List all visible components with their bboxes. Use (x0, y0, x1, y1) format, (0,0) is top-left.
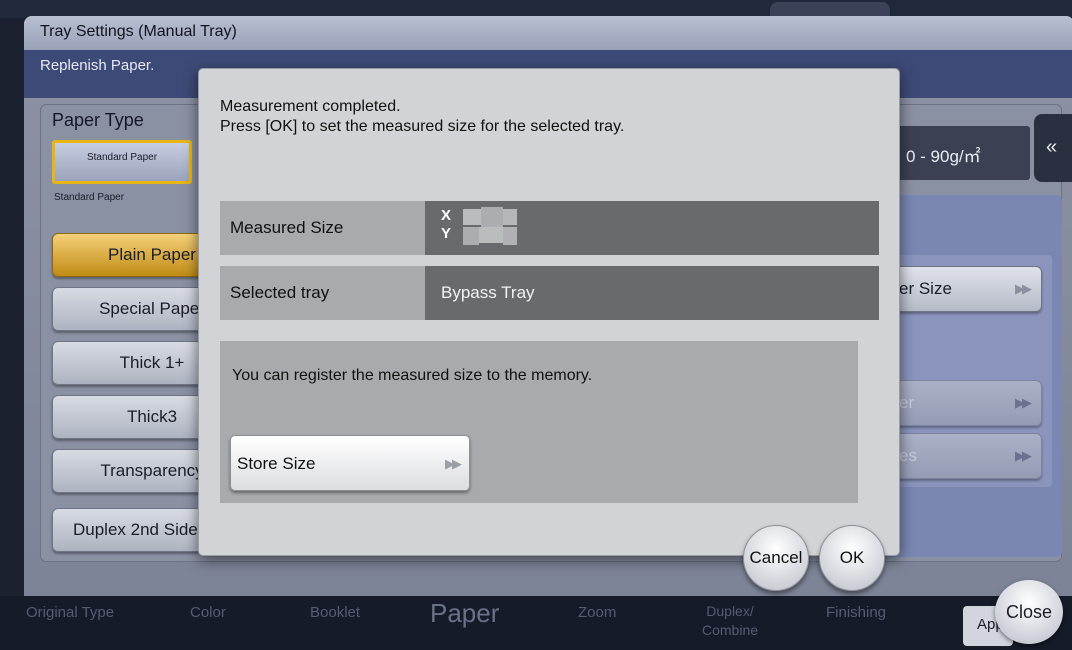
selected-tray-label: Selected tray (230, 283, 330, 302)
close-button[interactable]: Close (995, 580, 1063, 644)
double-arrow-right-icon: ▶▶ (445, 456, 462, 471)
measured-size-row: Measured Size X Y (220, 201, 879, 255)
dialog-message: Measurement completed. Press [OK] to set… (220, 97, 624, 137)
measured-size-label: Measured Size (230, 218, 344, 237)
redacted-value-block (463, 209, 481, 225)
standard-paper-caption: Standard Paper (54, 192, 125, 203)
duplex-2nd-side-button[interactable]: Duplex 2nd Side (52, 508, 212, 552)
double-arrow-right-icon: ▶▶ (1015, 395, 1032, 410)
tabs-button: es ▶▶ (876, 433, 1042, 479)
redacted-value-block (503, 227, 517, 245)
register-size-section: You can register the measured size to th… (220, 341, 858, 503)
double-chevron-left-icon: « (1046, 136, 1058, 158)
measured-size-x-label: X (441, 207, 452, 224)
redacted-value-block (481, 207, 503, 227)
tab-color[interactable]: Color (190, 604, 226, 621)
tab-booklet[interactable]: Booklet (310, 604, 360, 621)
ok-button[interactable]: OK (819, 525, 885, 591)
paper-size-button[interactable]: er Size ▶▶ (876, 266, 1042, 312)
redacted-value-block (503, 209, 517, 225)
cancel-button[interactable]: Cancel (743, 525, 809, 591)
redacted-value-block (463, 227, 479, 245)
collapse-panel-tab[interactable]: « (1034, 114, 1072, 182)
store-size-button[interactable]: Store Size ▶▶ (230, 435, 470, 491)
tabs-label: es (899, 446, 917, 465)
thick3-button[interactable]: Thick3 (52, 395, 212, 439)
standard-paper-button[interactable]: Standard Paper (52, 140, 192, 184)
window-title: Tray Settings (Manual Tray) (24, 16, 1072, 50)
tab-paper[interactable]: Paper (430, 598, 499, 629)
tab-zoom[interactable]: Zoom (578, 604, 616, 621)
measured-size-xy: X Y (441, 207, 451, 243)
paper-weight-display: 0 - 90g/㎡ (880, 126, 1030, 180)
tab-original-type[interactable]: Original Type (26, 604, 114, 621)
paper-setting-button: er ▶▶ (876, 380, 1042, 426)
special-paper-button[interactable]: Special Paper (52, 287, 212, 331)
double-arrow-right-icon: ▶▶ (1015, 448, 1032, 463)
measured-size-value: X Y (425, 201, 879, 255)
selected-tray-row: Selected tray Bypass Tray (220, 266, 879, 320)
plain-paper-button[interactable]: Plain Paper (52, 233, 212, 277)
register-size-text: You can register the measured size to th… (232, 367, 593, 384)
store-size-label: Store Size (237, 454, 316, 473)
selected-tray-value: Bypass Tray (425, 266, 879, 320)
tab-finishing[interactable]: Finishing (826, 604, 886, 621)
thick-1-plus-button[interactable]: Thick 1+ (52, 341, 212, 385)
tab-duplex-combine[interactable]: Duplex/ Combine (690, 602, 770, 640)
function-tab-bar (0, 596, 1072, 650)
paper-setting-label: er (899, 393, 915, 412)
double-arrow-right-icon: ▶▶ (1015, 281, 1032, 296)
measured-size-y-label: Y (441, 225, 452, 242)
paper-type-heading: Paper Type (52, 110, 144, 130)
transparency-button[interactable]: Transparency (52, 449, 212, 493)
dialog-message-line2: Press [OK] to set the measured size for … (220, 118, 625, 135)
redacted-value-block (479, 227, 503, 243)
dialog-message-line1: Measurement completed. (220, 98, 401, 115)
measurement-dialog: Measurement completed. Press [OK] to set… (198, 68, 900, 591)
paper-size-label: er Size (899, 279, 952, 298)
